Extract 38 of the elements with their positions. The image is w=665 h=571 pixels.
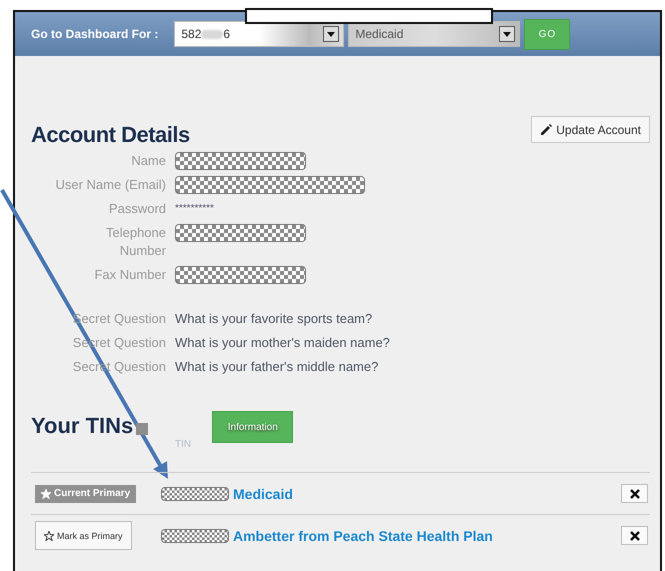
redaction-mask — [161, 486, 229, 500]
redaction-mask — [161, 528, 229, 542]
dashboard-label: Go to Dashboard For : — [31, 27, 158, 41]
plan-link[interactable]: Ambetter from Peach State Health Plan — [233, 528, 493, 544]
blurred-text — [201, 30, 224, 38]
plan-link[interactable]: Medicaid — [233, 486, 293, 502]
mark-as-primary-button[interactable]: Mark as Primary — [35, 521, 132, 550]
star-icon — [41, 488, 51, 498]
field-value: What is your father's middle name? — [175, 358, 380, 376]
update-account-button[interactable]: Update Account — [531, 116, 650, 143]
field-label: User Name (Email) — [54, 176, 166, 194]
information-button[interactable]: Information — [212, 411, 294, 443]
plan-select[interactable]: Medicaid — [348, 21, 520, 47]
caret-icon — [499, 26, 516, 42]
field-value: 6 — [223, 27, 230, 41]
section-title: Account Details — [31, 122, 190, 148]
field-value: What is your mother's maiden name? — [175, 334, 391, 352]
section-title: Your TINs — [31, 413, 134, 439]
field-value: 582 — [181, 27, 202, 41]
star-icon — [44, 530, 54, 540]
column-header: TIN — [175, 439, 192, 450]
close-icon — [630, 530, 640, 540]
field-label: Telephone Number — [105, 224, 166, 260]
field-label: Name — [130, 152, 166, 170]
field-label: Password — [108, 200, 166, 218]
remove-button[interactable] — [621, 526, 648, 545]
close-icon — [630, 488, 640, 498]
field-value: What is your favorite sports team? — [175, 310, 374, 328]
remove-button[interactable] — [621, 484, 648, 503]
field-value: Medicaid — [355, 27, 404, 41]
field-label: Fax Number — [93, 266, 166, 284]
tin-select[interactable]: 582 6 — [174, 21, 344, 47]
go-button[interactable]: GO — [524, 18, 570, 50]
password-value: ********** — [175, 202, 215, 216]
square-icon — [136, 423, 148, 435]
current-primary-badge: Current Primary — [35, 484, 136, 502]
caret-icon — [323, 26, 340, 42]
pencil-icon — [540, 124, 552, 136]
